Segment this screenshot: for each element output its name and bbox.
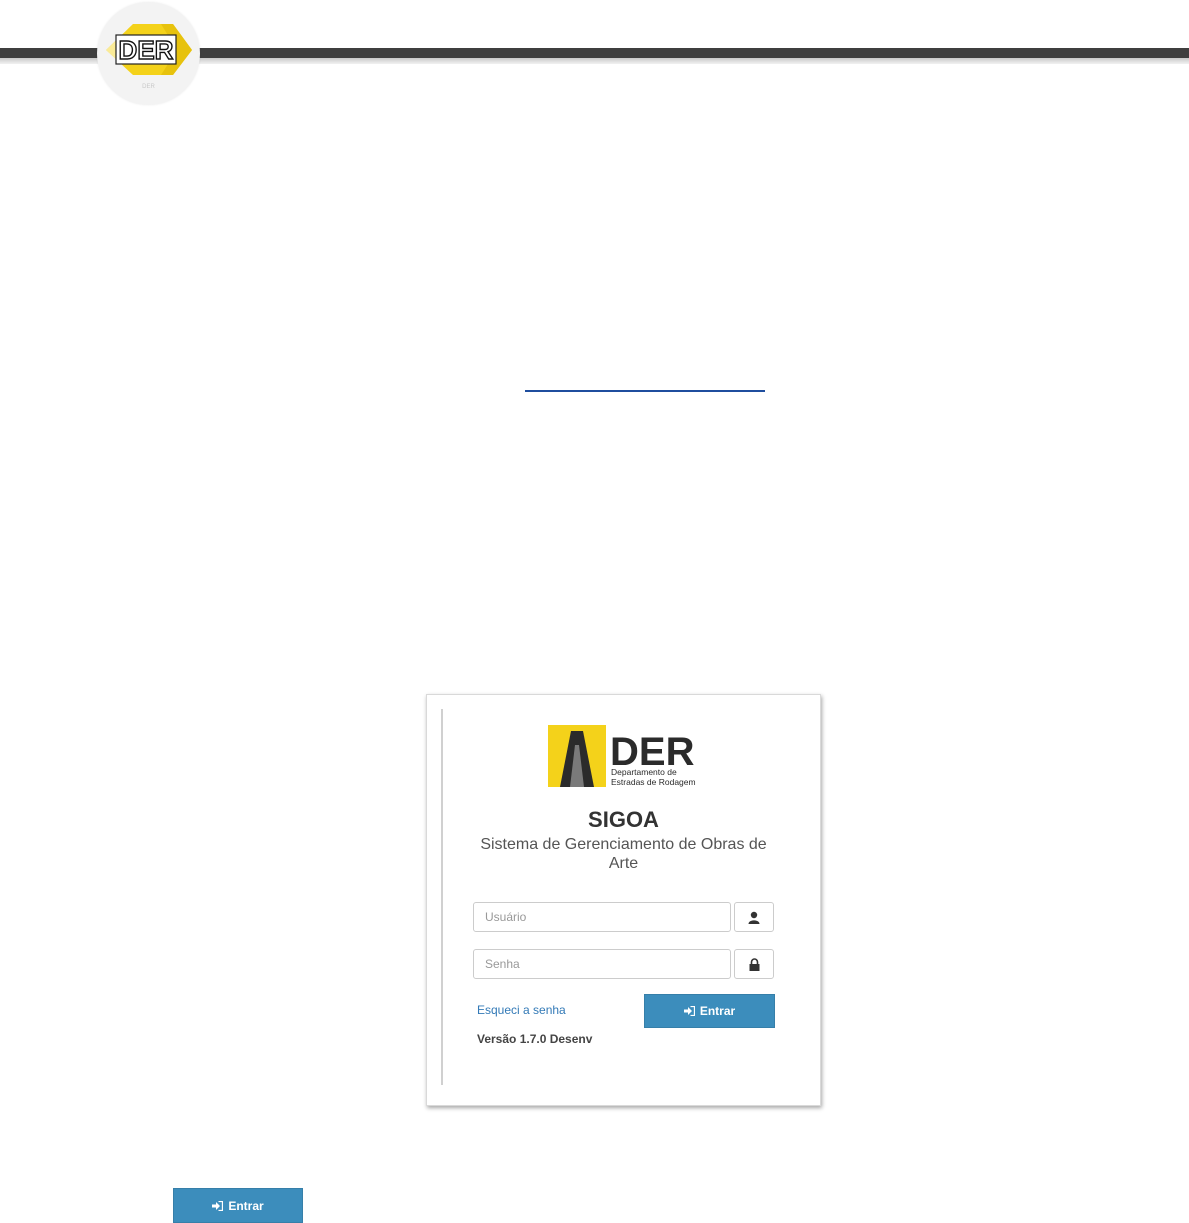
header-logo-text: DER [119, 35, 174, 65]
app-title: SIGOA [588, 807, 659, 832]
der-logo: DER Departamento de Estradas de Rodagem [548, 725, 696, 787]
standalone-entrar-button[interactable]: Entrar [173, 1188, 303, 1223]
der-emblem-icon: DER [106, 24, 192, 75]
header-logo-caption: DER [142, 84, 155, 90]
sign-in-icon [683, 1006, 695, 1016]
password-input[interactable] [473, 949, 731, 979]
forgot-password-link[interactable]: Esqueci a senha [477, 1003, 566, 1017]
lock-icon [734, 949, 774, 979]
der-logo-line2: Estradas de Rodagem [611, 777, 696, 787]
username-input[interactable] [473, 902, 731, 932]
card-left-rule [441, 709, 443, 1085]
header-logo: DER DER [97, 2, 200, 105]
link-underline[interactable] [525, 390, 765, 392]
version-text: Versão 1.7.0 Desenv [477, 1032, 593, 1046]
app-subtitle: Sistema de Gerenciamento de Obras de Art… [480, 836, 767, 872]
login-submit-button[interactable]: Entrar [644, 994, 775, 1028]
login-card: DER Departamento de Estradas de Rodagem … [426, 694, 821, 1106]
standalone-entrar-label: Entrar [228, 1198, 264, 1213]
der-logo-line1: Departamento de [611, 767, 677, 777]
login-submit-label: Entrar [699, 1004, 736, 1018]
sign-in-icon [212, 1200, 224, 1211]
user-icon [734, 902, 774, 932]
